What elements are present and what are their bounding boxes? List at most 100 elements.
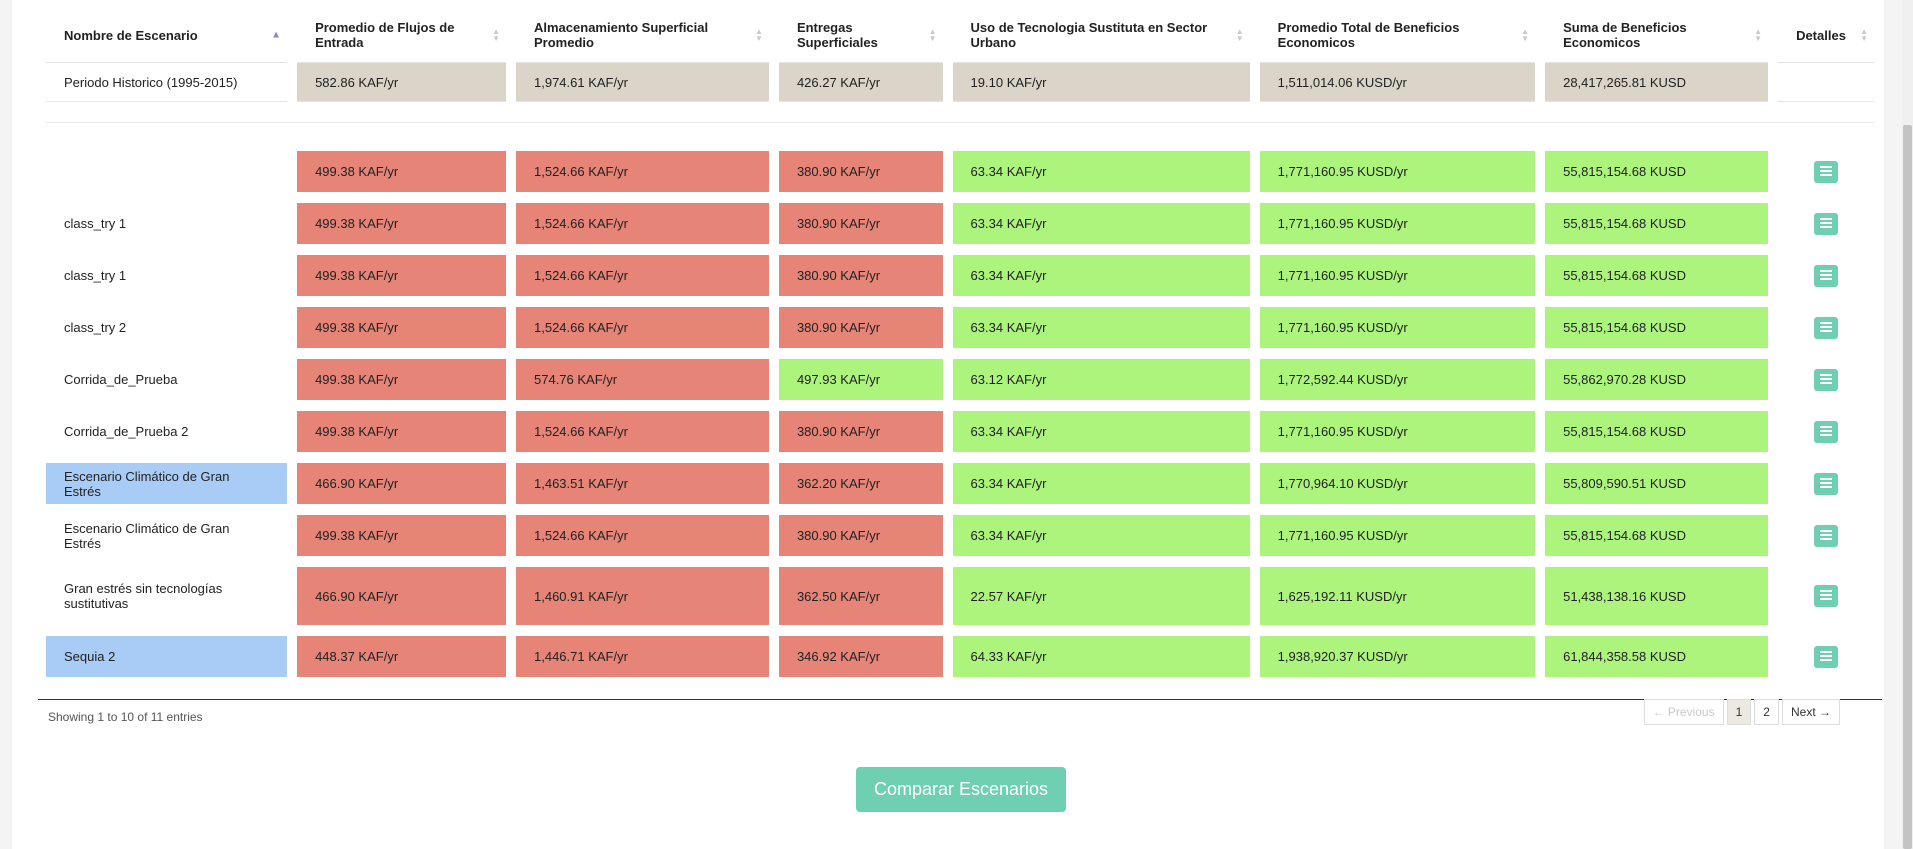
scenario-value: 380.90 KAF/yr — [778, 411, 943, 463]
details-button[interactable] — [1814, 264, 1839, 287]
scenario-name[interactable]: Sequia 2 — [46, 636, 288, 688]
list-icon-line — [1820, 654, 1833, 657]
scenario-value: 22.57 KAF/yr — [952, 567, 1250, 636]
scenario-value: 574.76 KAF/yr — [516, 359, 769, 411]
col-header-flujos[interactable]: Promedio de Flujos de Entrada ▲ ▼ — [297, 8, 506, 63]
list-icon-line — [1820, 433, 1833, 436]
historical-row: Periodo Historico (1995-2015) 582.86 KAF… — [46, 63, 1874, 102]
table-row[interactable]: Escenario Climático de Gran Estrés 466.90… — [46, 463, 1874, 515]
scenario-name[interactable]: class_try 1 — [46, 203, 288, 255]
table-row[interactable]: Corrida_de_Prueba 2 499.38 KAF/yr 1,524.66… — [46, 411, 1874, 463]
spacer-row — [46, 123, 1874, 151]
scenario-value: 64.33 KAF/yr — [952, 636, 1250, 688]
col-header-nombre[interactable]: Nombre de Escenario ▲ — [46, 8, 288, 63]
separator-row — [46, 102, 1874, 123]
content-panel: Nombre de Escenario ▲ Promedio de Flujos … — [12, 0, 1884, 849]
details-button[interactable] — [1814, 316, 1839, 339]
col-header-promedio-beneficios[interactable]: Promedio Total de Beneficios Economicos ▲… — [1259, 8, 1536, 63]
scrollbar-track[interactable] — [1902, 0, 1913, 849]
page-1-button[interactable]: 1 — [1726, 699, 1752, 725]
sort-both-icon: ▲ ▼ — [1521, 27, 1530, 43]
details-button[interactable] — [1814, 420, 1839, 443]
scenario-name[interactable]: Gran estrés sin tecnologías sustitutivas — [46, 567, 288, 636]
details-button[interactable] — [1814, 524, 1839, 547]
list-icon-line — [1820, 373, 1833, 376]
sort-both-icon: ▲ ▼ — [1860, 27, 1868, 43]
scenario-value: 55,815,154.68 KUSD — [1545, 151, 1769, 203]
list-icon — [1814, 525, 1838, 547]
list-icon-line — [1820, 169, 1833, 172]
list-icon — [1814, 213, 1838, 235]
list-icon-line — [1820, 537, 1833, 540]
separator-line — [46, 102, 1874, 123]
historical-name: Periodo Historico (1995-2015) — [46, 63, 288, 102]
details-button[interactable] — [1814, 368, 1839, 391]
list-icon — [1814, 646, 1838, 668]
sort-both-icon: ▲ ▼ — [755, 27, 763, 43]
details-cell — [1778, 151, 1874, 203]
details-button[interactable] — [1814, 472, 1839, 495]
scenario-value: 1,771,160.95 KUSD/yr — [1259, 307, 1536, 359]
sort-both-icon: ▲ ▼ — [492, 27, 500, 43]
table-row[interactable]: class_try 2 499.38 KAF/yr 1,524.66 KAF/yr 3… — [46, 307, 1874, 359]
table-row[interactable]: Corrida_de_Prueba 499.38 KAF/yr 574.76 KAF… — [46, 359, 1874, 411]
list-icon-line — [1820, 269, 1833, 272]
scenario-name[interactable]: Corrida_de_Prueba 2 — [46, 411, 288, 463]
scenario-name[interactable]: Escenario Climático de Gran Estrés — [46, 463, 288, 515]
details-button[interactable] — [1814, 645, 1839, 668]
details-cell — [1778, 203, 1874, 255]
details-cell — [1778, 359, 1874, 411]
details-cell — [1778, 567, 1874, 636]
scenario-value: 1,771,160.95 KUSD/yr — [1259, 255, 1536, 307]
details-button[interactable] — [1814, 585, 1839, 607]
details-button[interactable] — [1814, 160, 1839, 183]
page-2-button[interactable]: 2 — [1754, 699, 1779, 725]
list-icon-line — [1820, 429, 1833, 432]
scenario-name[interactable]: Escenario Climático de Gran Estrés — [46, 515, 288, 567]
col-header-entregas[interactable]: Entregas Superficiales ▲ ▼ — [778, 8, 943, 63]
scenario-name[interactable]: class_try 1 — [46, 255, 288, 307]
scenario-value: 380.90 KAF/yr — [778, 255, 943, 307]
col-header-tecnologia[interactable]: Uso de Tecnologia Sustituta en Sector Ur… — [952, 8, 1250, 63]
col-header-almacenamiento[interactable]: Almacenamiento Superficial Promedio ▲ ▼ — [516, 8, 769, 63]
scenario-value: 51,438,138.16 KUSD — [1545, 567, 1769, 636]
table-row[interactable]: 499.38 KAF/yr 1,524.66 KAF/yr 380.90 KAF/y… — [46, 151, 1874, 203]
scenario-name[interactable] — [46, 151, 288, 203]
historical-value: 19.10 KAF/yr — [952, 63, 1250, 102]
col-header-detalles[interactable]: Detalles ▲ ▼ — [1778, 8, 1874, 63]
col-label: Nombre de Escenario — [64, 27, 198, 43]
table-row[interactable]: Escenario Climático de Gran Estrés 499.38… — [46, 515, 1874, 567]
scenario-value: 63.34 KAF/yr — [952, 203, 1250, 255]
scenario-rows: 499.38 KAF/yr 1,524.66 KAF/yr 380.90 KAF/y… — [46, 151, 1874, 688]
table-bottom-border — [38, 699, 1882, 700]
scenario-name[interactable]: Corrida_de_Prueba — [46, 359, 288, 411]
list-icon-line — [1820, 325, 1833, 328]
historical-value: 582.86 KAF/yr — [297, 63, 506, 102]
scenario-value: 55,862,970.28 KUSD — [1545, 359, 1769, 411]
list-icon-line — [1820, 650, 1833, 653]
list-icon-line — [1820, 590, 1833, 592]
table-row[interactable]: Sequia 2 448.37 KAF/yr 1,446.71 KAF/yr 346.… — [46, 636, 1874, 688]
scenario-value: 1,446.71 KAF/yr — [516, 636, 769, 688]
table-row[interactable]: class_try 1 499.38 KAF/yr 1,524.66 KAF/yr 3… — [46, 255, 1874, 307]
col-header-suma-beneficios[interactable]: Suma de Beneficios Economicos ▲ ▼ — [1545, 8, 1769, 63]
scenario-value: 63.12 KAF/yr — [952, 359, 1250, 411]
table-row[interactable]: class_try 1 499.38 KAF/yr 1,524.66 KAF/yr 3… — [46, 203, 1874, 255]
scenario-value: 1,771,160.95 KUSD/yr — [1259, 203, 1536, 255]
scenario-value: 55,815,154.68 KUSD — [1545, 515, 1769, 567]
next-page-button[interactable]: Next → — [1781, 699, 1840, 725]
scenario-value: 1,524.66 KAF/yr — [516, 203, 769, 255]
previous-page-button[interactable]: ← Previous — [1643, 699, 1724, 725]
list-icon-line — [1820, 221, 1833, 224]
scenario-name[interactable]: class_try 2 — [46, 307, 288, 359]
list-icon-line — [1820, 321, 1833, 324]
table-row[interactable]: Gran estrés sin tecnologías sustitutivas… — [46, 567, 1874, 636]
compare-scenarios-button[interactable]: Comparar Escenarios — [856, 767, 1066, 812]
scenario-value: 63.34 KAF/yr — [952, 515, 1250, 567]
scrollbar-thumb[interactable] — [1903, 125, 1912, 849]
list-icon-line — [1820, 594, 1833, 596]
scenario-value: 1,524.66 KAF/yr — [516, 411, 769, 463]
scenario-value: 1,524.66 KAF/yr — [516, 515, 769, 567]
scenario-value: 61,844,358.58 KUSD — [1545, 636, 1769, 688]
details-button[interactable] — [1814, 212, 1839, 235]
